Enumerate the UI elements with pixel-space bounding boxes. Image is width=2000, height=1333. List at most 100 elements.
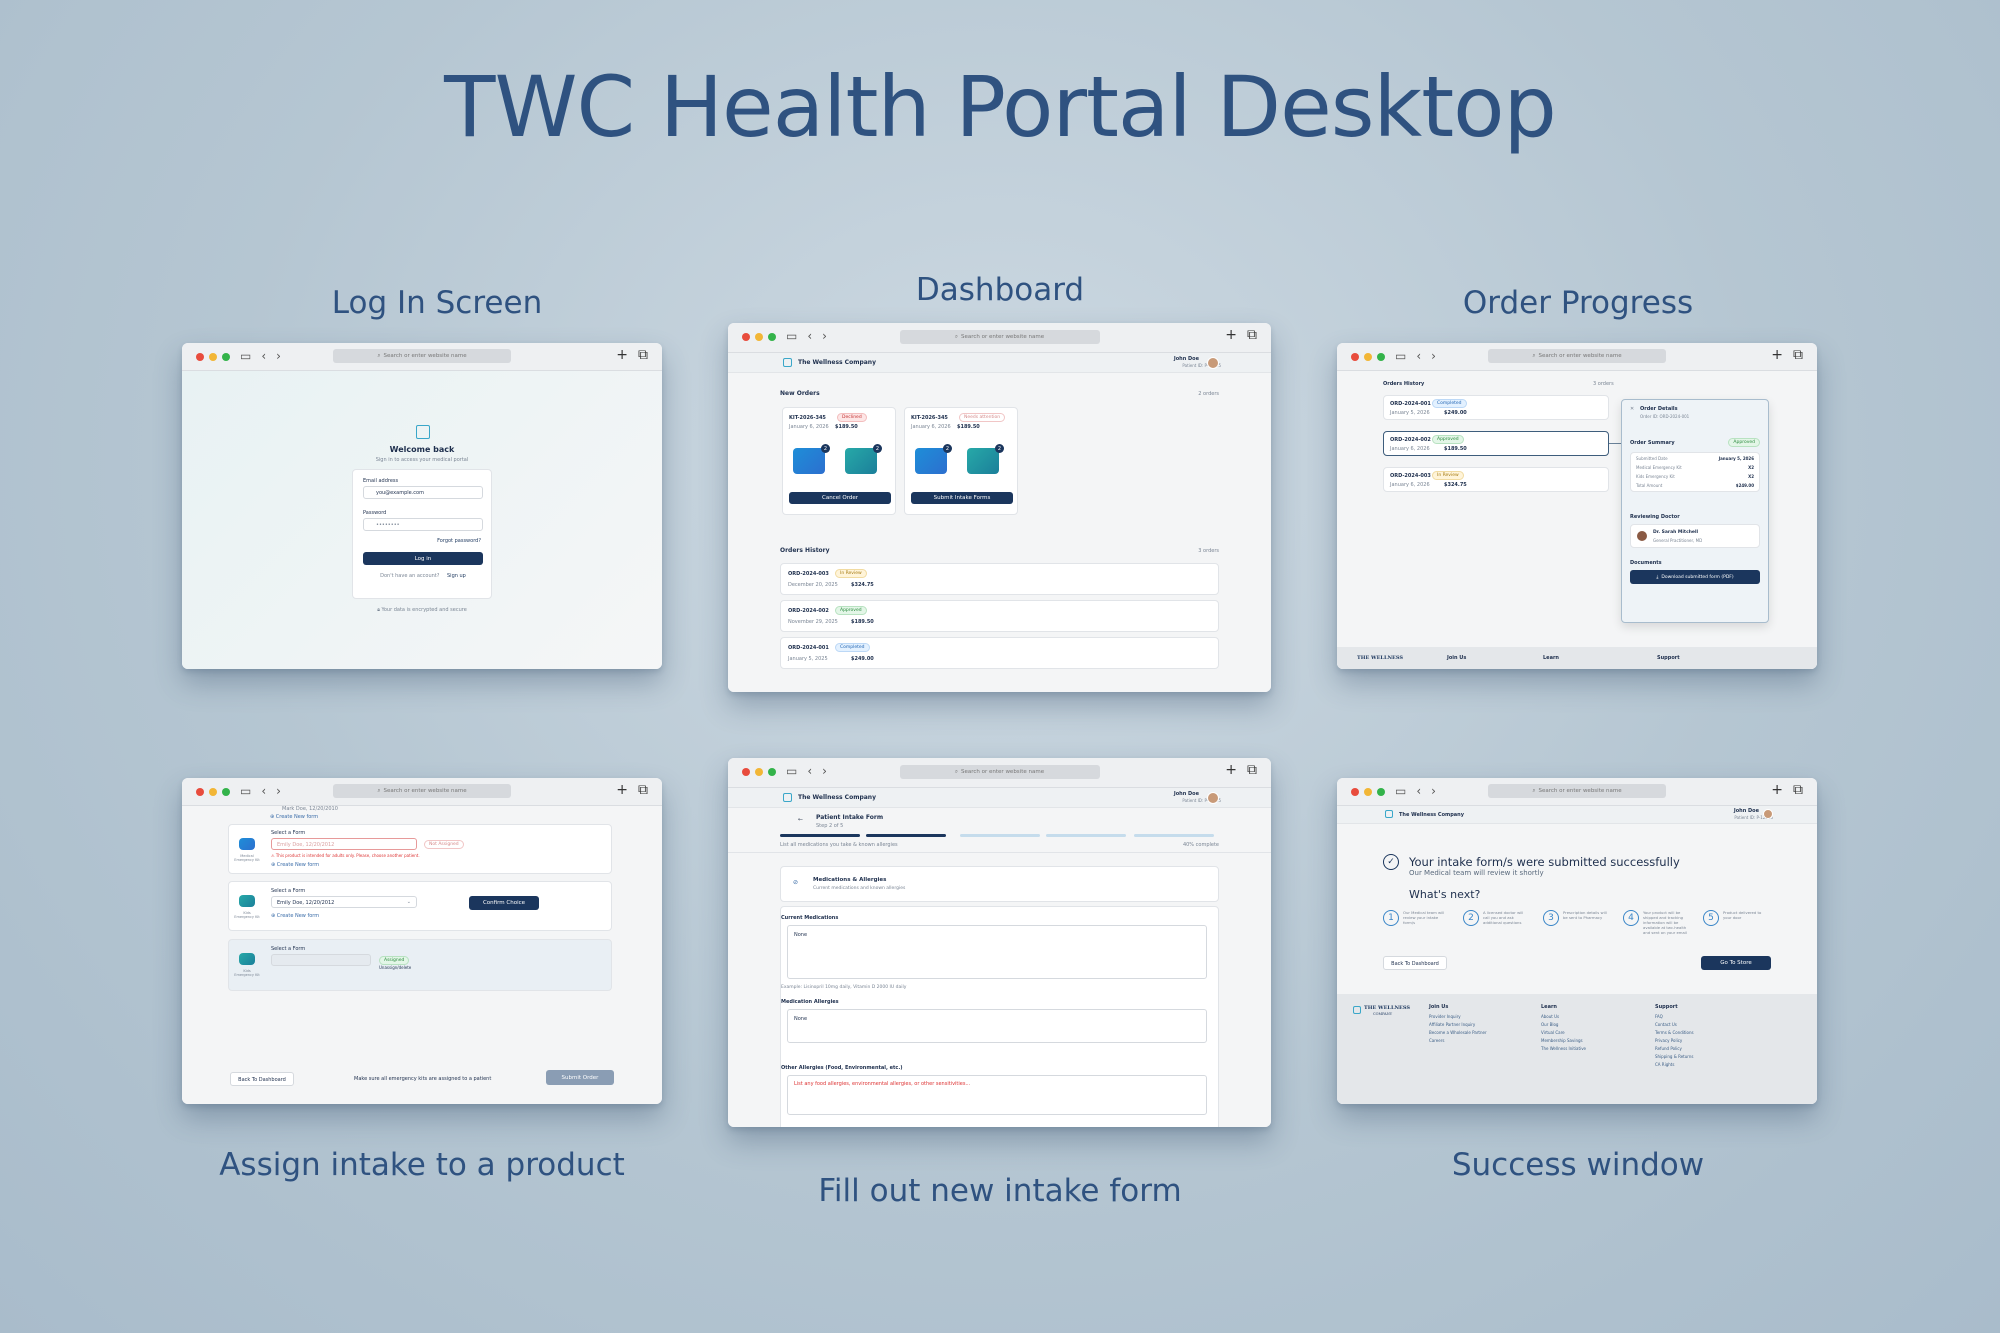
medications-example: Example: Lisinopril 10mg daily, Vitamin … (781, 985, 907, 990)
forward-icon[interactable]: › (276, 784, 281, 798)
unassign-link[interactable]: Unassign/delete (379, 965, 411, 970)
medication-allergies-textarea[interactable]: None (787, 1009, 1207, 1043)
forgot-password-link[interactable]: Forgot password? (437, 538, 481, 544)
history-row[interactable]: ORD-2024-001 Completed January 5, 2026 $… (1383, 395, 1609, 420)
avatar[interactable] (1207, 792, 1219, 804)
history-row[interactable]: ORD-2024-003 In Review December 20, 2025… (780, 563, 1219, 595)
footer-link[interactable]: Affiliate Partner Inquiry (1429, 1021, 1487, 1029)
sidebar-icon[interactable]: ▭ (240, 349, 251, 363)
footer-link[interactable]: Provider Inquiry (1429, 1013, 1487, 1021)
login-button[interactable]: Log in (363, 552, 483, 565)
doctor-avatar (1636, 530, 1648, 542)
avatar[interactable] (1763, 809, 1773, 819)
logo-icon (783, 793, 792, 802)
address-bar[interactable]: ⌕ Search or enter website name (899, 330, 1100, 344)
create-new-form-link[interactable]: ⊕ Create New form (271, 862, 319, 868)
forward-icon[interactable]: › (822, 329, 827, 343)
current-medications-textarea[interactable]: None (787, 925, 1207, 979)
window-controls[interactable] (196, 788, 230, 796)
tabs-icon[interactable]: ⧉ (1247, 327, 1257, 343)
back-to-dashboard-button[interactable]: Back To Dashboard (1383, 956, 1447, 970)
footer-link[interactable]: Become a Wholesale Partner (1429, 1029, 1487, 1037)
footer-link[interactable]: Membership Savings (1541, 1037, 1586, 1045)
back-icon[interactable]: ‹ (261, 784, 266, 798)
window-controls[interactable] (1351, 353, 1385, 361)
download-pdf-button[interactable]: ⤓ Download submitted form (PDF) (1630, 570, 1760, 584)
back-to-dashboard-button[interactable]: Back To Dashboard (230, 1072, 294, 1086)
history-row[interactable]: ORD-2024-002 Approved November 29, 2025 … (780, 600, 1219, 632)
footer-link[interactable]: About Us (1541, 1013, 1586, 1021)
footer-link[interactable]: Refund Policy (1655, 1045, 1694, 1053)
email-field[interactable]: you@example.com (363, 486, 483, 499)
back-icon[interactable]: ‹ (807, 329, 812, 343)
window-controls[interactable] (742, 768, 776, 776)
sidebar-icon[interactable]: ▭ (1395, 784, 1406, 798)
back-icon[interactable]: ‹ (261, 349, 266, 363)
user-name: John Doe (1173, 791, 1199, 797)
go-to-store-button[interactable]: Go To Store (1701, 956, 1771, 970)
close-icon[interactable]: ✕ (1630, 406, 1634, 412)
new-tab-icon[interactable]: + (616, 347, 628, 363)
progress-step-4 (1046, 834, 1126, 837)
window-controls[interactable] (1351, 788, 1385, 796)
form-select[interactable]: Emily Doe, 12/20/2012 ⌄ (271, 896, 417, 908)
forward-icon[interactable]: › (822, 764, 827, 778)
address-bar[interactable]: ⌕ Search or enter website name (1488, 349, 1666, 363)
submit-order-button[interactable]: Submit Order (546, 1070, 614, 1085)
back-icon[interactable]: ‹ (1416, 349, 1421, 363)
history-row[interactable]: ORD-2024-001 Completed January 5, 2025 $… (780, 637, 1219, 669)
back-icon[interactable]: ‹ (807, 764, 812, 778)
address-bar[interactable]: ⌕ Search or enter website name (1488, 784, 1666, 798)
tabs-icon[interactable]: ⧉ (638, 782, 648, 798)
cancel-order-button[interactable]: Cancel Order (789, 492, 891, 504)
footer-link[interactable]: Shipping & Returns (1655, 1053, 1694, 1061)
avatar[interactable] (1207, 357, 1219, 369)
forward-icon[interactable]: › (1431, 349, 1436, 363)
confirm-choice-button[interactable]: Confirm Choice (469, 896, 539, 910)
address-bar[interactable]: ⌕ Search or enter website name (333, 349, 511, 363)
submit-intake-button[interactable]: Submit Intake Forms (911, 492, 1013, 504)
history-row[interactable]: ORD-2024-003 In Review January 6, 2026 $… (1383, 467, 1609, 492)
forward-icon[interactable]: › (276, 349, 281, 363)
footer-link[interactable]: CA Rights (1655, 1061, 1694, 1069)
back-arrow-icon[interactable]: ← (798, 816, 803, 823)
new-tab-icon[interactable]: + (1771, 347, 1783, 363)
footer-link[interactable]: FAQ (1655, 1013, 1694, 1021)
tabs-icon[interactable]: ⧉ (1247, 762, 1257, 778)
sidebar-icon[interactable]: ▭ (786, 329, 797, 343)
new-tab-icon[interactable]: + (1225, 762, 1237, 778)
footer-link[interactable]: Our Blog (1541, 1021, 1586, 1029)
signup-link[interactable]: Sign up (447, 573, 466, 579)
new-tab-icon[interactable]: + (616, 782, 628, 798)
forward-icon[interactable]: › (1431, 784, 1436, 798)
footer-link[interactable]: Virtual Care (1541, 1029, 1586, 1037)
form-select[interactable] (271, 954, 371, 966)
tabs-icon[interactable]: ⧉ (638, 347, 648, 363)
other-allergies-textarea[interactable]: List any food allergies, environmental a… (787, 1075, 1207, 1115)
footer-link[interactable]: Careers (1429, 1037, 1487, 1045)
tabs-icon[interactable]: ⧉ (1793, 347, 1803, 363)
password-field[interactable]: •••••••• (363, 518, 483, 531)
sidebar-icon[interactable]: ▭ (786, 764, 797, 778)
tabs-icon[interactable]: ⧉ (1793, 782, 1803, 798)
footer-link[interactable]: Contact Us (1655, 1021, 1694, 1029)
create-new-form-link[interactable]: ⊕ Create New form (270, 814, 318, 820)
sidebar-icon[interactable]: ▭ (240, 784, 251, 798)
history-row-selected[interactable]: ORD-2024-002 Approved January 6, 2026 $1… (1383, 431, 1609, 456)
form-select[interactable]: Emily Doe, 12/20/2012 (271, 838, 417, 850)
sidebar-icon[interactable]: ▭ (1395, 349, 1406, 363)
address-bar[interactable]: ⌕ Search or enter website name (333, 784, 511, 798)
caption-assign: Assign intake to a product (219, 1147, 625, 1183)
new-tab-icon[interactable]: + (1771, 782, 1783, 798)
status-badge: Approved (1432, 435, 1464, 444)
footer-link[interactable]: Terms & Conditions (1655, 1029, 1694, 1037)
new-tab-icon[interactable]: + (1225, 327, 1237, 343)
summary-box: Submitted Date January 5, 2026 Medical E… (1630, 452, 1760, 492)
window-controls[interactable] (742, 333, 776, 341)
footer-link[interactable]: Privacy Policy (1655, 1037, 1694, 1045)
footer-link[interactable]: The Wellness Initiative (1541, 1045, 1586, 1053)
create-new-form-link[interactable]: ⊕ Create New form (271, 913, 319, 919)
back-icon[interactable]: ‹ (1416, 784, 1421, 798)
window-controls[interactable] (196, 353, 230, 361)
address-bar[interactable]: ⌕ Search or enter website name (899, 765, 1100, 779)
